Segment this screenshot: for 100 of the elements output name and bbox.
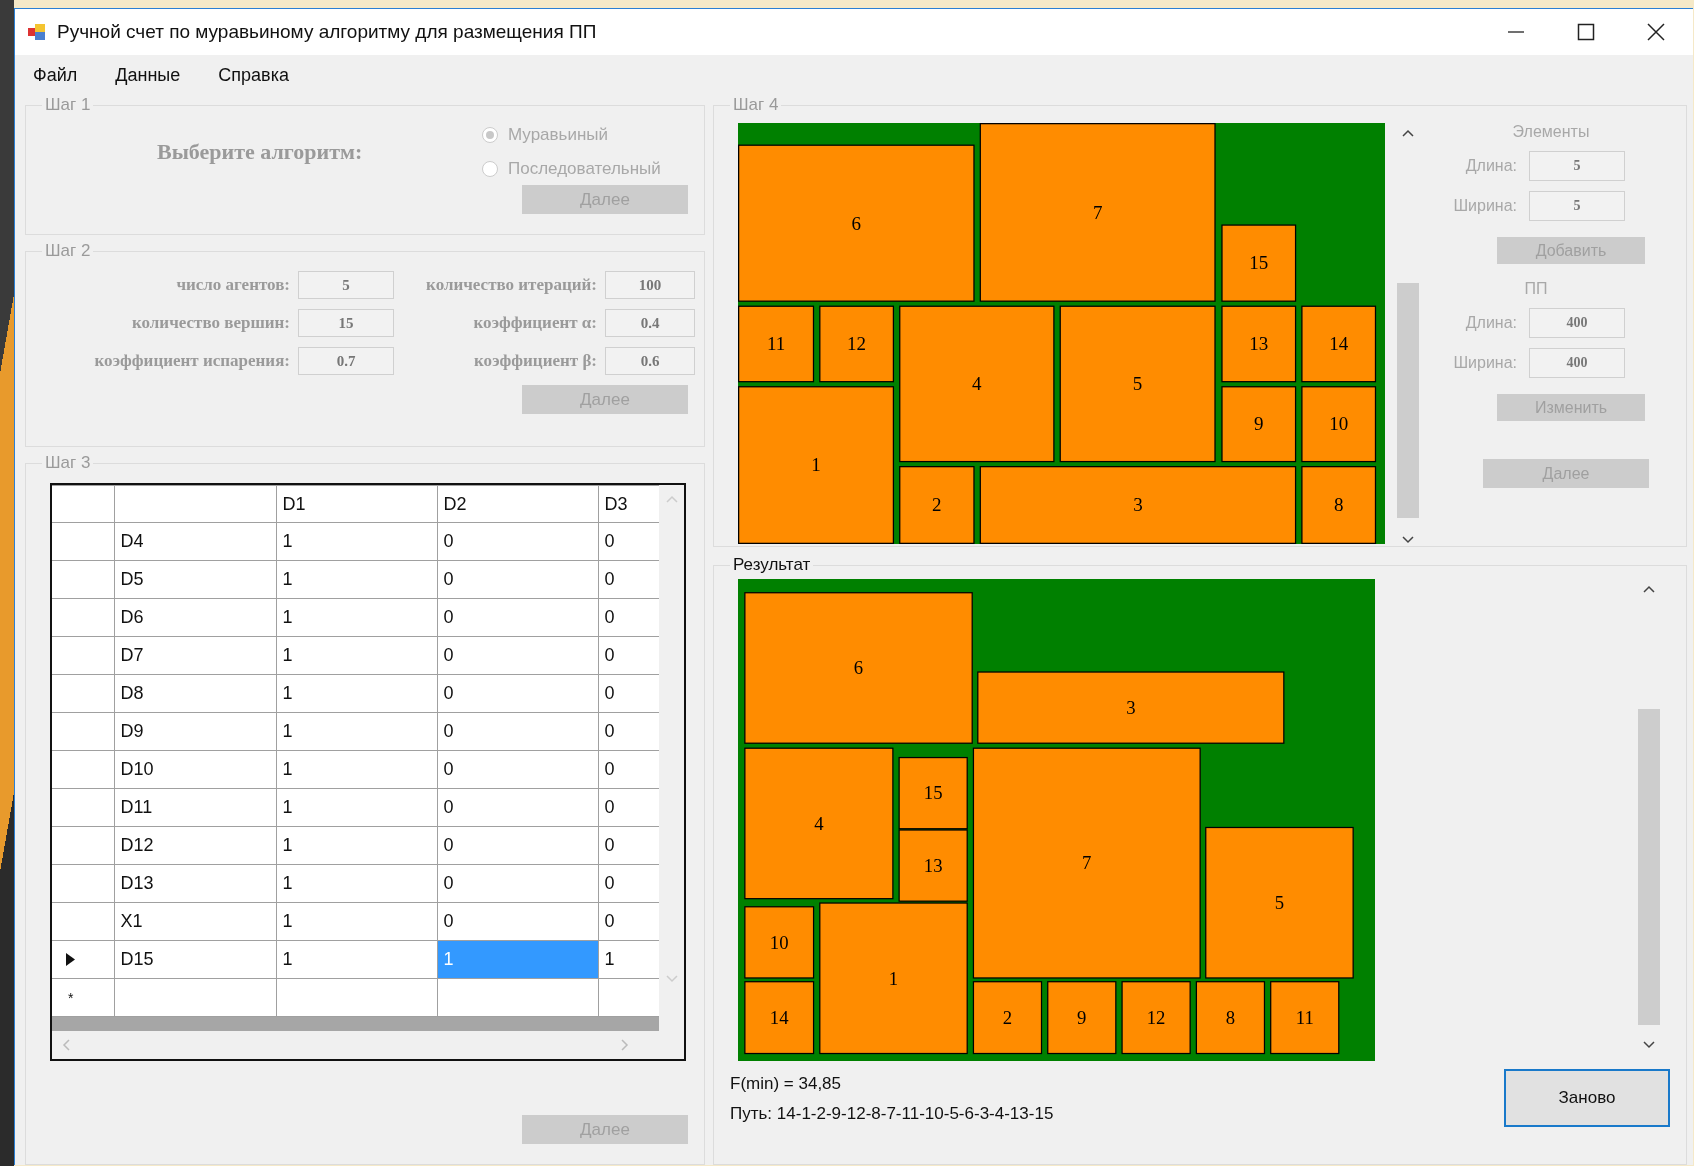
table-cell[interactable]: D5 <box>114 560 276 599</box>
input-field[interactable]: 0.6 <box>605 347 695 375</box>
table-cell[interactable]: 1 <box>276 826 437 865</box>
table-cell[interactable]: 0 <box>437 674 598 713</box>
component-block: 15 <box>1221 224 1297 302</box>
input-field[interactable]: 400 <box>1529 348 1625 378</box>
component-block: 3 <box>979 466 1297 544</box>
table-cell[interactable]: 0 <box>437 750 598 789</box>
scrollbar-thumb[interactable] <box>52 1017 659 1031</box>
scrollbar-thumb[interactable] <box>1397 283 1419 518</box>
table-cell[interactable]: D12 <box>114 826 276 865</box>
menu-item[interactable]: Данные <box>115 64 181 86</box>
field-label: Ширина: <box>1452 354 1517 372</box>
menu-item[interactable]: Справка <box>218 64 289 86</box>
column-header[interactable]: D2 <box>437 485 598 523</box>
table-cell[interactable]: 0 <box>437 598 598 637</box>
chevron-left-icon[interactable] <box>62 1039 70 1051</box>
table-cell[interactable]: D10 <box>114 750 276 789</box>
input-field[interactable]: 5 <box>1529 191 1625 221</box>
table-cell[interactable]: D6 <box>114 598 276 637</box>
table-cell[interactable]: 1 <box>276 636 437 675</box>
component-block: 15 <box>898 756 968 830</box>
close-icon[interactable] <box>1647 23 1665 41</box>
table-cell[interactable]: 1 <box>276 598 437 637</box>
table-cell[interactable]: 0 <box>437 560 598 599</box>
row-pointer-icon <box>66 953 75 966</box>
input-field[interactable]: 0.7 <box>298 347 394 375</box>
field-label: число агентов: <box>175 275 290 295</box>
maximize-icon[interactable] <box>1577 23 1595 41</box>
component-block: 12 <box>819 305 895 383</box>
group-title: Результат <box>732 555 812 575</box>
column-header[interactable]: D3 <box>598 485 659 523</box>
radio-button[interactable] <box>482 127 498 143</box>
table-cell[interactable]: D4 <box>114 522 276 561</box>
table-cell[interactable]: 0 <box>437 636 598 675</box>
component-block: 10 <box>1301 386 1377 463</box>
component-block: 13 <box>898 829 968 902</box>
chevron-down-icon[interactable] <box>1402 536 1414 544</box>
chevron-up-icon[interactable] <box>1643 585 1655 593</box>
table-cell[interactable]: 0 <box>437 712 598 751</box>
chevron-down-icon[interactable] <box>1643 1041 1655 1049</box>
component-block: 1 <box>738 386 895 544</box>
table-cell[interactable]: 0 <box>437 522 598 561</box>
table-cell[interactable]: 1 <box>276 712 437 751</box>
app-icon <box>27 22 47 42</box>
field-label: коэффициент β: <box>473 351 597 371</box>
table-cell[interactable]: D7 <box>114 636 276 675</box>
chevron-up-icon[interactable] <box>1402 129 1414 137</box>
input-field[interactable]: 0.4 <box>605 309 695 337</box>
component-block: 7 <box>979 123 1216 302</box>
table-cell[interactable]: D15 <box>114 940 276 979</box>
table-cell[interactable]: 1 <box>276 940 437 979</box>
input-field[interactable]: 5 <box>298 271 394 299</box>
table-cell[interactable]: 1 <box>276 560 437 599</box>
component-block: 5 <box>1059 305 1216 463</box>
table-cell[interactable]: D13 <box>114 864 276 903</box>
component-block: 9 <box>1047 981 1117 1055</box>
table-cell[interactable]: D9 <box>114 712 276 751</box>
table-cell[interactable]: 0 <box>437 902 598 941</box>
input-field[interactable]: 5 <box>1529 151 1625 181</box>
table-cell[interactable]: D8 <box>114 674 276 713</box>
new-row-marker: * <box>67 990 74 1006</box>
section-heading: ПП <box>1524 280 1548 298</box>
field-label: количество вершин: <box>131 313 290 333</box>
table-cell[interactable]: 1 <box>276 674 437 713</box>
table-cell[interactable]: 1 <box>276 788 437 827</box>
table-cell[interactable]: 1 <box>276 750 437 789</box>
table-cell[interactable]: D11 <box>114 788 276 827</box>
component-block: 3 <box>977 671 1285 744</box>
component-block: 6 <box>744 592 973 744</box>
row-header[interactable] <box>52 940 114 979</box>
component-block: 8 <box>1195 981 1266 1055</box>
field-label: количество итераций: <box>425 275 597 295</box>
restart-button[interactable]: Заново <box>1504 1069 1670 1127</box>
scrollbar-thumb[interactable] <box>1638 709 1660 1025</box>
field-label: Длина: <box>1464 314 1517 332</box>
column-header[interactable]: D1 <box>276 485 437 523</box>
table-cell[interactable]: 1 <box>276 522 437 561</box>
component-block: 13 <box>1221 305 1297 383</box>
window-title: Ручной счет по муравьиному алгоритму для размещения ПП <box>57 21 597 43</box>
input-field[interactable]: 400 <box>1529 308 1625 338</box>
input-field[interactable]: 100 <box>605 271 695 299</box>
component-block: 2 <box>972 981 1043 1055</box>
chevron-right-icon[interactable] <box>621 1039 629 1051</box>
result-value: F(min) = 34,85 <box>730 1073 842 1095</box>
component-block: 9 <box>1221 386 1297 463</box>
table-cell[interactable]: 1 <box>276 902 437 941</box>
radio-button[interactable] <box>482 161 498 177</box>
component-block: 5 <box>1205 826 1354 979</box>
table-cell[interactable]: 1 <box>276 864 437 903</box>
table-cell[interactable]: X1 <box>114 902 276 941</box>
table-cell[interactable]: 0 <box>437 864 598 903</box>
table-cell[interactable]: 0 <box>437 826 598 865</box>
field-label: коэффициент α: <box>472 313 597 333</box>
component-block: 14 <box>1301 305 1377 383</box>
input-field[interactable]: 15 <box>298 309 394 337</box>
component-block: 8 <box>1301 466 1377 544</box>
menu-item[interactable]: Файл <box>33 64 78 86</box>
field-label: Длина: <box>1464 157 1517 175</box>
table-cell[interactable]: 0 <box>437 788 598 827</box>
